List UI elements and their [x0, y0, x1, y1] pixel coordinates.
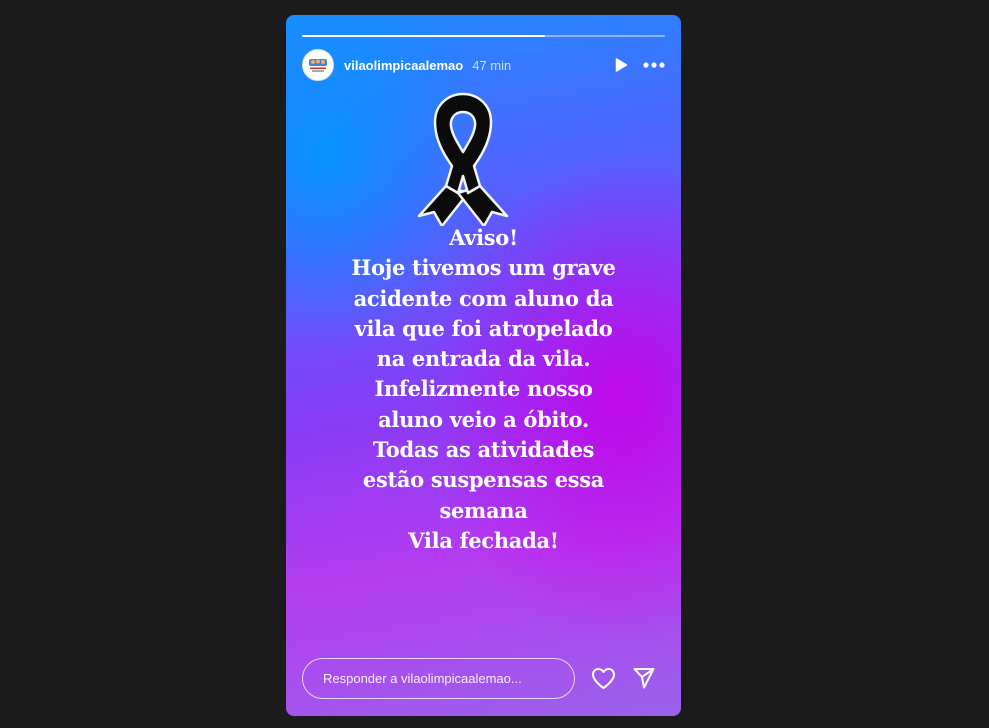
message-line: na entrada da vila.	[376, 346, 591, 372]
avatar[interactable]	[302, 49, 334, 81]
message-line: semana	[439, 497, 528, 523]
send-icon[interactable]	[632, 666, 656, 690]
header-actions	[613, 57, 665, 73]
message-line: acidente com aluno da	[353, 285, 614, 311]
message-line: Infelizmente nosso	[374, 376, 593, 402]
message-line: aluno veio a óbito.	[378, 406, 589, 432]
story-footer	[302, 656, 665, 700]
story-header: vilaolimpicaalemao 47 min	[302, 49, 665, 81]
reply-input[interactable]	[302, 657, 575, 699]
story-username[interactable]: vilaolimpicaalemao	[344, 58, 463, 73]
more-options-icon[interactable]	[643, 62, 665, 68]
message-line: Vila fechada!	[408, 527, 559, 553]
story-message: Aviso! Hoje tivemos um grave acidente co…	[306, 223, 661, 556]
story-time-ago: 47 min	[472, 57, 512, 73]
message-line: Hoje tivemos um grave	[351, 255, 616, 281]
heart-icon[interactable]	[591, 667, 616, 690]
message-line: Todas as atividades	[372, 437, 595, 463]
avatar-logo-icon	[303, 50, 333, 80]
message-line: vila que foi atropelado	[354, 315, 613, 341]
story-viewer[interactable]: vilaolimpicaalemao 47 min Aviso! Hoje ti…	[286, 15, 681, 716]
message-line: Aviso!	[449, 225, 518, 250]
mourning-ribbon-icon	[417, 92, 509, 226]
story-progress-fill	[302, 35, 546, 37]
message-line: estão suspensas essa	[362, 467, 605, 493]
story-progress-bar	[302, 35, 665, 37]
play-icon[interactable]	[613, 57, 629, 73]
